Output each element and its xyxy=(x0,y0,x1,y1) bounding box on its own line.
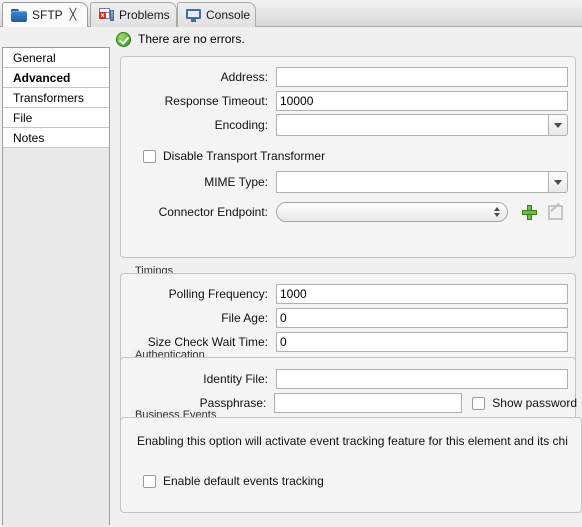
show-password-label: Show password xyxy=(492,396,577,410)
file-age-label: File Age: xyxy=(221,311,268,325)
mime-type-row: MIME Type: xyxy=(121,171,569,193)
tab-console[interactable]: Console xyxy=(177,2,256,27)
show-password-checkbox[interactable] xyxy=(472,396,486,410)
green-check-icon xyxy=(116,31,131,47)
sidebar-item-notes[interactable]: Notes xyxy=(3,128,109,148)
passphrase-label: Passphrase: xyxy=(199,396,267,410)
chevron-down-icon[interactable] xyxy=(548,171,568,193)
connector-endpoint-label: Connector Endpoint: xyxy=(158,205,268,219)
connector-endpoint-select[interactable] xyxy=(276,202,508,222)
identity-file-input[interactable] xyxy=(276,369,568,389)
response-timeout-input[interactable] xyxy=(276,91,568,111)
tab-console-label: Console xyxy=(206,8,251,22)
tab-problems[interactable]: x Problems xyxy=(90,2,177,27)
tab-problems-label: Problems xyxy=(119,8,170,22)
disable-transport-transformer-label: Disable Transport Transformer xyxy=(163,149,326,163)
encoding-combobox[interactable] xyxy=(276,114,568,136)
edit-icon xyxy=(548,204,563,220)
identity-file-row: Identity File: xyxy=(121,369,569,389)
sftp-properties-window: SFTP ╳ x Problems Console General Advanc… xyxy=(0,0,582,527)
mime-type-combobox[interactable] xyxy=(276,171,568,193)
chevron-down-icon[interactable] xyxy=(548,114,568,136)
problems-icon: x xyxy=(99,8,114,22)
sidebar-item-general[interactable]: General xyxy=(3,48,109,68)
sidebar-item-file[interactable]: File xyxy=(3,108,109,128)
business-events-group: Enabling this option will activate event… xyxy=(120,417,582,513)
passphrase-input[interactable] xyxy=(274,393,463,413)
general-settings-group: Address: Response Timeout: Encoding: Dis… xyxy=(120,56,576,258)
polling-frequency-row: Polling Frequency: xyxy=(121,284,569,304)
disable-transport-transformer-row[interactable]: Disable Transport Transformer xyxy=(143,146,325,166)
identity-file-label: Identity File: xyxy=(203,372,268,386)
editor-tab-strip: SFTP ╳ x Problems Console xyxy=(0,0,582,27)
folder-icon xyxy=(11,8,27,22)
enable-default-events-tracking-label: Enable default events tracking xyxy=(163,474,324,488)
plus-icon[interactable] xyxy=(522,204,537,220)
enable-default-events-tracking-row[interactable]: Enable default events tracking xyxy=(143,471,324,491)
address-input[interactable] xyxy=(276,67,568,87)
file-age-input[interactable] xyxy=(276,308,568,328)
mime-type-combobox-value[interactable] xyxy=(276,171,548,193)
mime-type-label: MIME Type: xyxy=(204,175,268,189)
polling-frequency-label: Polling Frequency: xyxy=(168,287,268,301)
address-label: Address: xyxy=(220,70,268,84)
status-bar: There are no errors. xyxy=(112,28,582,50)
disable-transport-transformer-checkbox[interactable] xyxy=(143,149,156,163)
sidebar-empty-area xyxy=(3,148,109,527)
connector-endpoint-row: Connector Endpoint: xyxy=(121,201,577,223)
business-events-description: Enabling this option will activate event… xyxy=(137,434,568,448)
console-icon xyxy=(186,8,201,22)
tab-sftp-label: SFTP xyxy=(32,8,63,22)
response-timeout-label: Response Timeout: xyxy=(164,94,268,108)
sidebar-item-transformers[interactable]: Transformers xyxy=(3,88,109,108)
encoding-row: Encoding: xyxy=(121,114,569,136)
close-icon[interactable]: ╳ xyxy=(70,9,77,21)
response-timeout-row: Response Timeout: xyxy=(121,91,569,111)
enable-default-events-tracking-checkbox[interactable] xyxy=(143,474,156,488)
status-message: There are no errors. xyxy=(138,32,245,46)
encoding-combobox-value[interactable] xyxy=(276,114,548,136)
address-row: Address: xyxy=(121,67,569,87)
size-check-wait-time-input[interactable] xyxy=(276,332,568,352)
encoding-label: Encoding: xyxy=(214,118,268,132)
sidebar-item-advanced[interactable]: Advanced xyxy=(3,68,109,88)
advanced-settings-panel: There are no errors. Address: Response T… xyxy=(112,28,582,527)
file-age-row: File Age: xyxy=(121,308,569,328)
size-check-wait-time-label: Size Check Wait Time: xyxy=(147,335,268,349)
polling-frequency-input[interactable] xyxy=(276,284,568,304)
properties-sidebar: General Advanced Transformers File Notes xyxy=(2,47,110,527)
updown-arrows-icon[interactable] xyxy=(494,207,503,217)
tab-sftp[interactable]: SFTP ╳ xyxy=(2,2,88,27)
